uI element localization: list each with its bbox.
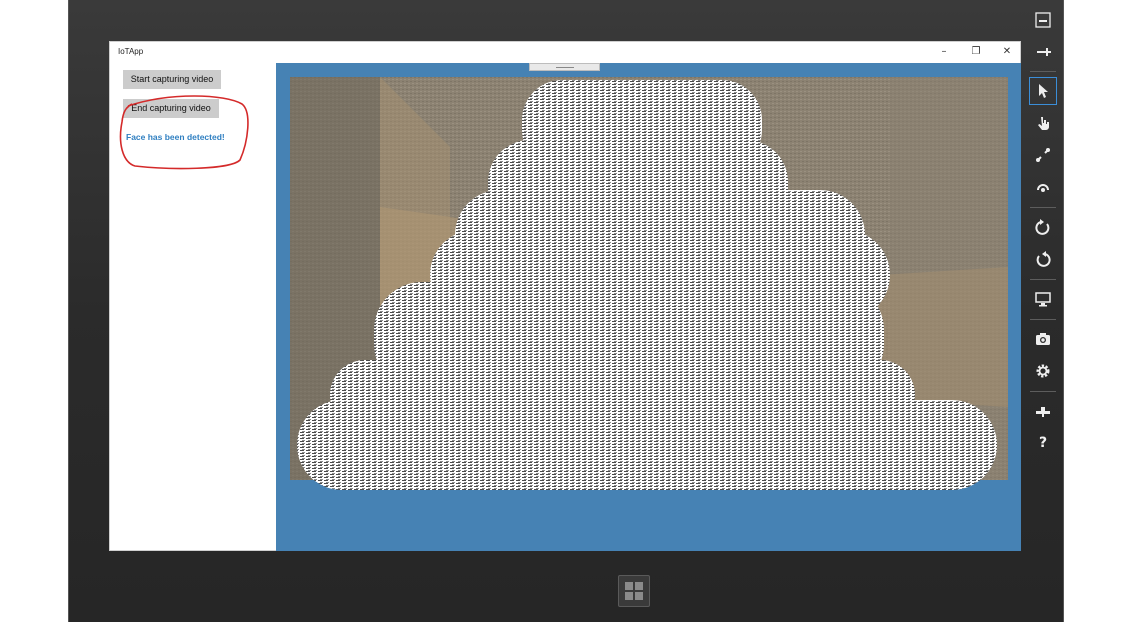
video-preview-panel <box>276 63 1021 551</box>
room-background <box>290 77 1008 480</box>
network-icon[interactable] <box>1029 397 1057 425</box>
restore-window-button[interactable]: ❐ <box>968 45 984 59</box>
rotate-touch-icon[interactable] <box>1029 173 1057 201</box>
rotate-counterclockwise-icon[interactable] <box>1029 245 1057 273</box>
windows-logo-icon <box>625 582 643 600</box>
settings-gear-icon[interactable] <box>1029 357 1057 385</box>
pinch-zoom-icon[interactable] <box>1029 141 1057 169</box>
windows-start-button[interactable] <box>618 575 650 607</box>
start-capturing-button[interactable]: Start capturing video <box>123 70 221 89</box>
touch-hand-icon[interactable] <box>1029 109 1057 137</box>
help-icon[interactable]: ? <box>1029 429 1057 457</box>
panel-drag-handle[interactable] <box>529 63 600 71</box>
minimize-icon[interactable] <box>1029 6 1057 34</box>
window-title: IoTApp <box>118 47 144 56</box>
camera-feed <box>290 77 1008 480</box>
face-detected-status: Face has been detected! <box>126 132 225 142</box>
mouse-pointer-icon[interactable] <box>1029 77 1057 105</box>
rotate-clockwise-icon[interactable] <box>1029 213 1057 241</box>
end-capturing-button[interactable]: End capturing video <box>123 99 219 118</box>
app-window: IoTApp – ❐ ✕ Start capturing video End c… <box>109 41 1021 551</box>
camera-icon[interactable] <box>1029 325 1057 353</box>
simulator-toolbar: ? <box>1026 4 1060 464</box>
pin-icon[interactable] <box>1029 38 1057 66</box>
resolution-monitor-icon[interactable] <box>1029 285 1057 313</box>
minimize-window-button[interactable]: – <box>936 45 952 59</box>
close-window-button[interactable]: ✕ <box>999 45 1015 59</box>
